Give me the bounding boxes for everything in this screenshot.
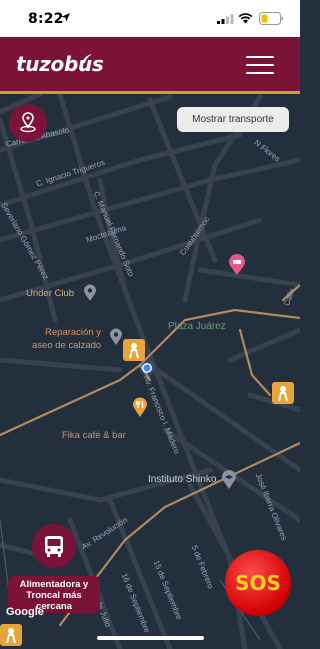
bus-stop-icon [129, 343, 139, 359]
bus-stop-marker[interactable] [272, 382, 294, 404]
status-bar: 8:22 [0, 0, 300, 37]
bus-icon [45, 536, 63, 557]
poi-pin-icon[interactable] [109, 328, 123, 346]
poi-label: Under Club [26, 288, 75, 299]
app-header: tuzobus [0, 37, 300, 94]
bus-stop-icon [6, 628, 16, 644]
show-transport-button[interactable]: Mostrar transporte [177, 107, 289, 132]
nearest-bus-button[interactable] [32, 524, 76, 568]
status-time: 8:22 [28, 11, 64, 27]
user-location-icon [139, 360, 155, 376]
hotel-icon[interactable] [228, 254, 246, 276]
home-indicator [97, 636, 204, 640]
location-arrow-icon [61, 13, 70, 22]
poi-label: Fika café & bar [62, 430, 126, 441]
bus-stop-icon [278, 386, 288, 402]
menu-icon-bar [246, 72, 274, 74]
bus-stop-marker[interactable] [123, 339, 145, 361]
sos-button[interactable]: SOS [225, 550, 291, 616]
poi-pin-icon[interactable] [83, 284, 97, 302]
google-watermark: Google [6, 606, 44, 618]
poi-pin-icon[interactable] [221, 470, 237, 490]
menu-button[interactable] [246, 54, 276, 76]
poi-label: Plaza Juárez [168, 321, 226, 332]
poi-label: Reparación y [45, 327, 101, 338]
my-location-button[interactable] [9, 104, 47, 142]
battery-icon [259, 12, 284, 25]
signal-icon [217, 14, 234, 24]
bus-stop-marker[interactable] [0, 624, 22, 646]
logo-swoosh-icon [82, 54, 92, 63]
restaurant-icon[interactable] [132, 397, 148, 418]
poi-label: aseo de calzado [32, 340, 102, 351]
poi-label: Instituto Shinko [148, 474, 217, 485]
wifi-icon [238, 13, 253, 24]
location-pin-icon [20, 112, 36, 133]
menu-icon [246, 56, 274, 58]
menu-icon-bar [246, 64, 274, 66]
